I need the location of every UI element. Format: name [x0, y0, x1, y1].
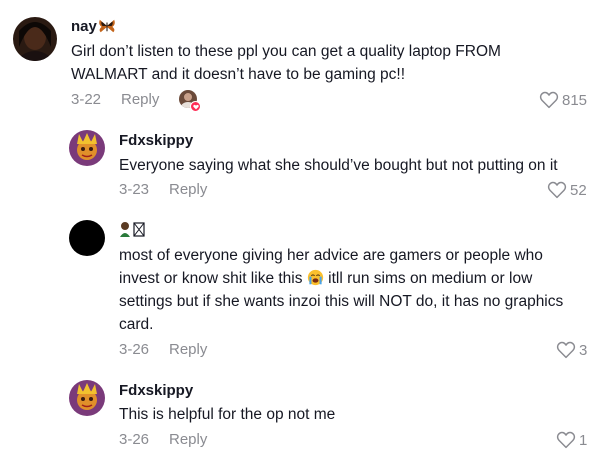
avatar[interactable] [13, 17, 57, 61]
like-button[interactable]: 52 [547, 181, 587, 199]
comment-line: This is helpful for the op not me [119, 406, 336, 423]
like-button[interactable]: 815 [539, 91, 587, 109]
comment-segment: itll run sims on medium or low [328, 270, 533, 287]
comment-line: card. [119, 316, 154, 333]
butterfly-icon [99, 19, 115, 33]
reply-button[interactable]: Reply [169, 431, 207, 448]
heart-outline-icon [556, 341, 576, 359]
reply-button[interactable]: Reply [169, 181, 207, 198]
comment-username[interactable]: Fdxskippy [119, 382, 193, 399]
like-count: 52 [570, 181, 587, 199]
comment-line: Everyone saying what she should’ve bough… [119, 157, 558, 174]
like-count: 1 [579, 431, 588, 449]
comment-username[interactable]: nay [71, 18, 116, 35]
comment-date: 3-23 [119, 181, 150, 198]
reply-button[interactable]: Reply [169, 341, 207, 358]
avatar[interactable] [69, 130, 105, 166]
comment-username[interactable]: Fdxskippy [119, 132, 193, 149]
heart-outline-icon [547, 181, 567, 199]
reply-button[interactable]: Reply [121, 91, 159, 108]
like-count: 815 [562, 91, 588, 109]
comment-username[interactable] [119, 221, 149, 237]
like-button[interactable]: 3 [556, 341, 587, 359]
comment-line: WALMART and it doesn’t have to be gaming… [71, 66, 406, 83]
comment-text: most of everyone giving her advice are g… [119, 244, 587, 336]
creator-liked-badge [179, 90, 201, 112]
heart-icon [190, 101, 201, 112]
comment-line: settings but if she wants inzoi this wil… [119, 293, 564, 310]
comment-line: most of everyone giving her advice are g… [119, 247, 543, 264]
heart-outline-icon [556, 431, 576, 449]
comment-segment: invest or know shit like this [119, 270, 303, 287]
person-emoji-icon [120, 222, 145, 237]
comment-line: Girl don’t listen to these ppl you can g… [71, 43, 501, 60]
like-button[interactable]: 1 [556, 431, 587, 449]
comment-text: This is helpful for the op not me [119, 403, 584, 426]
comment-date: 3-26 [119, 431, 150, 448]
heart-outline-icon [539, 91, 559, 109]
avatar[interactable] [69, 220, 105, 256]
username-text[interactable]: nay [71, 18, 97, 35]
like-count: 3 [579, 341, 588, 359]
comment-line: invest or know shit like this itll run s… [119, 267, 587, 290]
comment-date: 3-26 [119, 341, 150, 358]
crying-face-icon [307, 269, 323, 286]
comment-text: Everyone saying what she should’ve bough… [119, 154, 584, 177]
comment-date: 3-22 [71, 91, 102, 108]
comment-text: Girl don’t listen to these ppl you can g… [71, 40, 581, 86]
avatar[interactable] [69, 380, 105, 416]
